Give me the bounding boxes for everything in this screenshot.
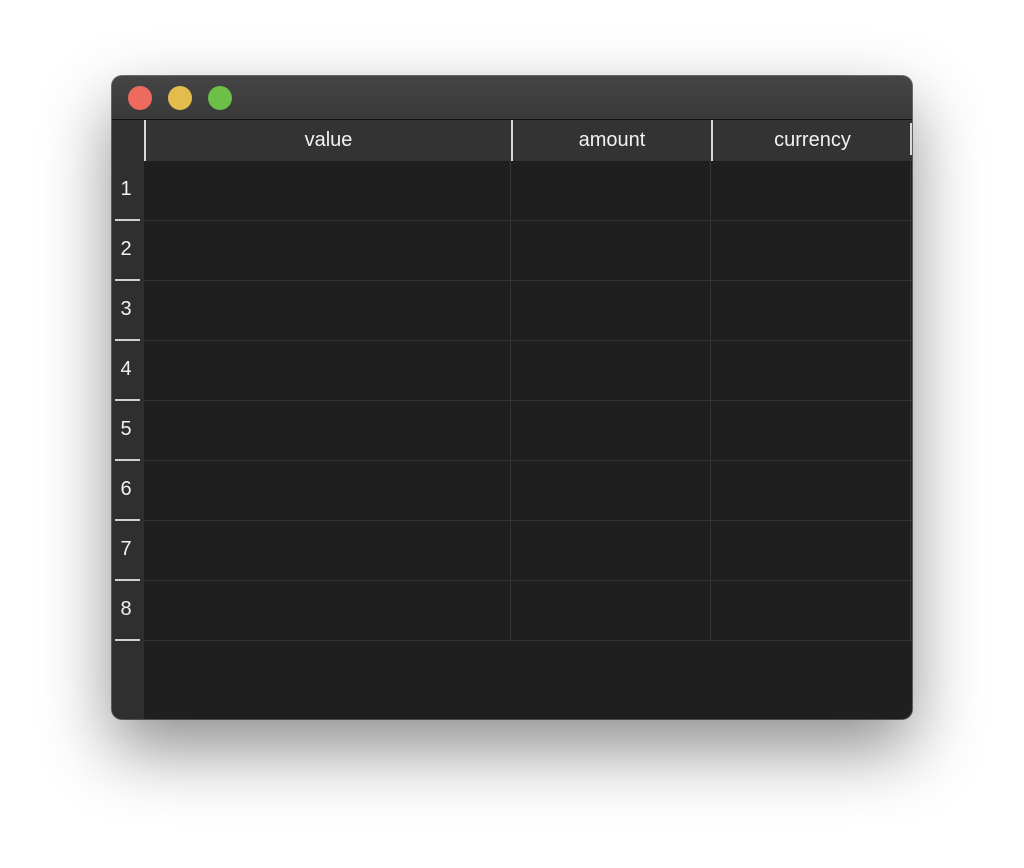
row-header-1[interactable]: 1 (112, 161, 140, 221)
table-cell-value[interactable] (144, 401, 510, 460)
table-cell-value[interactable] (144, 521, 510, 580)
table-cell-currency[interactable] (711, 341, 910, 400)
close-window-button[interactable] (128, 86, 152, 110)
table-cell-amount[interactable] (511, 461, 710, 520)
table-cell-value[interactable] (144, 341, 510, 400)
row-header-3[interactable]: 3 (112, 281, 140, 341)
table-cell-currency[interactable] (711, 281, 910, 340)
data-table: value amount currency 1 2 3 4 5 6 7 8 (112, 120, 912, 719)
table-cell-value[interactable] (144, 161, 510, 220)
row-header-4[interactable]: 4 (112, 341, 140, 401)
row-header-5[interactable]: 5 (112, 401, 140, 461)
table-cell-value[interactable] (144, 581, 510, 640)
column-divider (910, 161, 911, 641)
table-empty-area[interactable] (144, 641, 912, 719)
table-cell-currency[interactable] (711, 521, 910, 580)
table-cell-amount[interactable] (511, 581, 710, 640)
table-cell-value[interactable] (144, 281, 510, 340)
table-cell-amount[interactable] (511, 521, 710, 580)
app-window: value amount currency 1 2 3 4 5 6 7 8 (112, 76, 912, 719)
row-header-8[interactable]: 8 (112, 581, 140, 641)
row-header-2[interactable]: 2 (112, 221, 140, 281)
table-cell-currency[interactable] (711, 221, 910, 280)
column-header-amount[interactable]: amount (511, 120, 711, 161)
minimize-window-button[interactable] (168, 86, 192, 110)
table-cell-currency[interactable] (711, 161, 910, 220)
table-cell-value[interactable] (144, 221, 510, 280)
table-cell-currency[interactable] (711, 581, 910, 640)
title-bar[interactable] (112, 76, 912, 120)
row-header-7[interactable]: 7 (112, 521, 140, 581)
column-header-separator[interactable] (910, 123, 912, 155)
column-header-value[interactable]: value (144, 120, 511, 161)
table-cell-currency[interactable] (711, 401, 910, 460)
row-header-6[interactable]: 6 (112, 461, 140, 521)
row-header-separator[interactable] (115, 639, 140, 641)
table-cell-amount[interactable] (511, 401, 710, 460)
table-corner[interactable] (112, 120, 144, 161)
table-cell-currency[interactable] (711, 461, 910, 520)
table-cell-amount[interactable] (511, 161, 710, 220)
zoom-window-button[interactable] (208, 86, 232, 110)
column-header-row: value amount currency (144, 120, 912, 161)
table-cell-value[interactable] (144, 461, 510, 520)
table-cell-amount[interactable] (511, 341, 710, 400)
table-cell-amount[interactable] (511, 281, 710, 340)
table-cell-amount[interactable] (511, 221, 710, 280)
column-header-currency[interactable]: currency (711, 120, 912, 161)
